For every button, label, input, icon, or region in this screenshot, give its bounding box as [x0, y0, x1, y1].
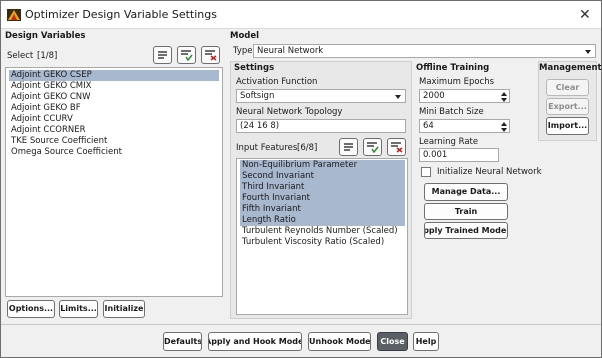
options-button[interactable]: Options... — [7, 300, 55, 318]
list-item[interactable]: Turbulent Reynolds Number (Scaled) — [240, 226, 398, 237]
activation-function-label: Activation Function — [236, 77, 318, 87]
input-features-count: [6/8] — [297, 143, 318, 153]
dialog-window: Optimizer Design Variable Settings ✕ Des… — [0, 0, 602, 358]
initialize-nn-label: Initialize Neural Network — [437, 167, 542, 177]
initialize-button[interactable]: Initialize — [103, 300, 145, 318]
max-epochs-value: 2000 — [423, 91, 445, 101]
apply-and-hook-model-button[interactable]: Apply and Hook Model — [208, 332, 302, 351]
chevron-down-icon — [585, 50, 591, 54]
list-icon — [344, 143, 353, 151]
title-bar: Optimizer Design Variable Settings ✕ — [1, 1, 601, 29]
app-logo-icon — [7, 9, 21, 21]
list-item[interactable]: Second Invariant — [240, 171, 405, 182]
max-epochs-label: Maximum Epochs — [419, 77, 495, 87]
apply-trained-model-button[interactable]: Apply Trained Model — [424, 222, 508, 239]
batch-size-spinner[interactable]: 64 — [419, 119, 510, 133]
clear-button[interactable]: Clear — [546, 79, 589, 96]
spinner-arrows-icon[interactable] — [501, 91, 507, 103]
footer-divider — [1, 324, 601, 325]
learning-rate-input[interactable]: 0.001 — [419, 148, 499, 162]
topology-label: Neural Network Topology — [236, 107, 343, 117]
limits-button[interactable]: Limits... — [59, 300, 98, 318]
type-label: Type — [233, 46, 253, 56]
features-deselect-all-button[interactable] — [387, 138, 406, 156]
select-count: [1/8] — [37, 51, 58, 61]
list-item[interactable]: Non-Equilibrium Parameter — [240, 160, 405, 171]
chevron-down-icon — [395, 95, 401, 99]
model-type-dropdown[interactable]: Neural Network — [253, 44, 596, 58]
settings-heading: Settings — [234, 63, 275, 73]
list-item[interactable]: Adjoint CCURV — [9, 114, 73, 125]
learning-rate-value: 0.001 — [423, 150, 448, 160]
select-checked-button[interactable] — [177, 46, 196, 64]
features-select-checked-button[interactable] — [363, 138, 382, 156]
window-title: Optimizer Design Variable Settings — [25, 8, 217, 21]
import-button[interactable]: Import... — [546, 117, 589, 135]
list-icon — [158, 51, 167, 59]
list-item[interactable]: Fifth Invariant — [240, 204, 405, 215]
topology-input[interactable]: (24 16 8) — [236, 119, 406, 133]
list-item[interactable]: Adjoint GEKO CSEP — [9, 70, 219, 81]
list-item[interactable]: Adjoint CCORNER — [9, 125, 86, 136]
list-check-icon — [181, 50, 193, 61]
list-clear-icon — [205, 50, 217, 61]
input-features-label: Input Features — [236, 143, 298, 153]
batch-size-value: 64 — [423, 121, 434, 131]
initialize-nn-checkbox[interactable] — [421, 167, 431, 177]
model-type-value: Neural Network — [257, 46, 324, 56]
activation-function-value: Softsign — [240, 91, 275, 101]
offline-training-heading: Offline Training — [416, 63, 490, 73]
model-heading: Model — [230, 31, 260, 41]
list-check-icon — [367, 142, 379, 153]
train-button[interactable]: Train — [424, 203, 508, 220]
select-label: Select — [7, 51, 34, 61]
deselect-all-button[interactable] — [201, 46, 220, 64]
select-all-button[interactable] — [153, 46, 172, 64]
list-item[interactable]: Omega Source Coefficient — [9, 147, 122, 158]
unhook-model-button[interactable]: Unhook Model — [308, 332, 371, 351]
features-select-all-button[interactable] — [339, 138, 358, 156]
list-item[interactable]: Fourth Invariant — [240, 193, 405, 204]
list-item[interactable]: Third Invariant — [240, 182, 405, 193]
help-button[interactable]: Help — [413, 332, 439, 351]
topology-value: (24 16 8) — [240, 121, 280, 131]
spinner-arrows-icon[interactable] — [501, 121, 507, 133]
batch-size-label: Mini Batch Size — [419, 107, 484, 117]
activation-function-dropdown[interactable]: Softsign — [236, 89, 406, 103]
list-item[interactable]: Adjoint GEKO CMIX — [9, 81, 91, 92]
list-clear-icon — [391, 142, 403, 153]
close-button[interactable]: Close — [377, 332, 408, 351]
manage-data-button[interactable]: Manage Data... — [424, 183, 508, 201]
close-window-icon[interactable]: ✕ — [579, 7, 591, 23]
list-item[interactable]: Turbulent Viscosity Ratio (Scaled) — [240, 237, 384, 248]
list-item[interactable]: Adjoint GEKO BF — [9, 103, 81, 114]
max-epochs-spinner[interactable]: 2000 — [419, 89, 510, 103]
design-variables-heading: Design Variables — [5, 31, 86, 41]
management-heading: Management — [539, 63, 602, 73]
list-item[interactable]: TKE Source Coefficient — [9, 136, 107, 147]
design-variables-list[interactable]: Adjoint GEKO CSEP Adjoint GEKO CMIX Adjo… — [5, 67, 223, 297]
list-item[interactable]: Length Ratio — [240, 215, 405, 226]
learning-rate-label: Learning Rate — [419, 137, 479, 147]
list-item[interactable]: Adjoint GEKO CNW — [9, 92, 91, 103]
input-features-list[interactable]: Non-Equilibrium Parameter Second Invaria… — [236, 158, 408, 315]
export-button[interactable]: Export... — [546, 98, 589, 115]
defaults-button[interactable]: Defaults — [163, 332, 202, 351]
